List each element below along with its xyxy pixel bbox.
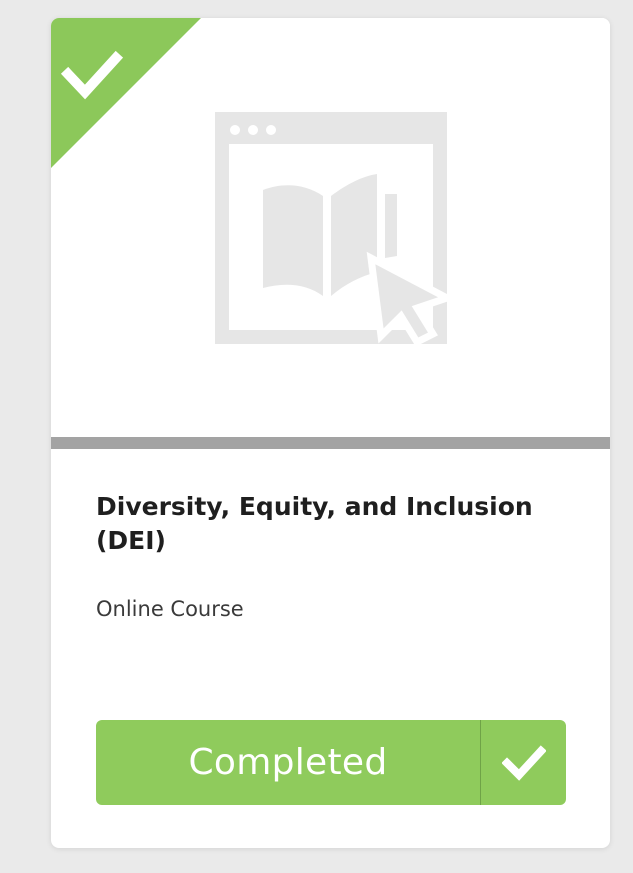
online-course-icon [215,112,451,347]
course-progress-fill [51,437,610,449]
course-type: Online Course [96,597,244,621]
checkmark-icon [501,744,546,781]
completed-corner-badge [51,18,201,168]
course-thumbnail[interactable] [51,18,610,437]
completed-check-icon-container [481,720,566,805]
completed-status-label: Completed [188,742,388,783]
completed-status-button[interactable]: Completed [96,720,566,805]
window-dot [248,125,258,135]
course-title[interactable]: Diversity, Equity, and Inclusion (DEI) [96,490,566,558]
window-dot [230,125,240,135]
course-card[interactable]: Diversity, Equity, and Inclusion (DEI) O… [51,18,610,848]
window-dot [266,125,276,135]
course-progress-bar [51,437,610,449]
